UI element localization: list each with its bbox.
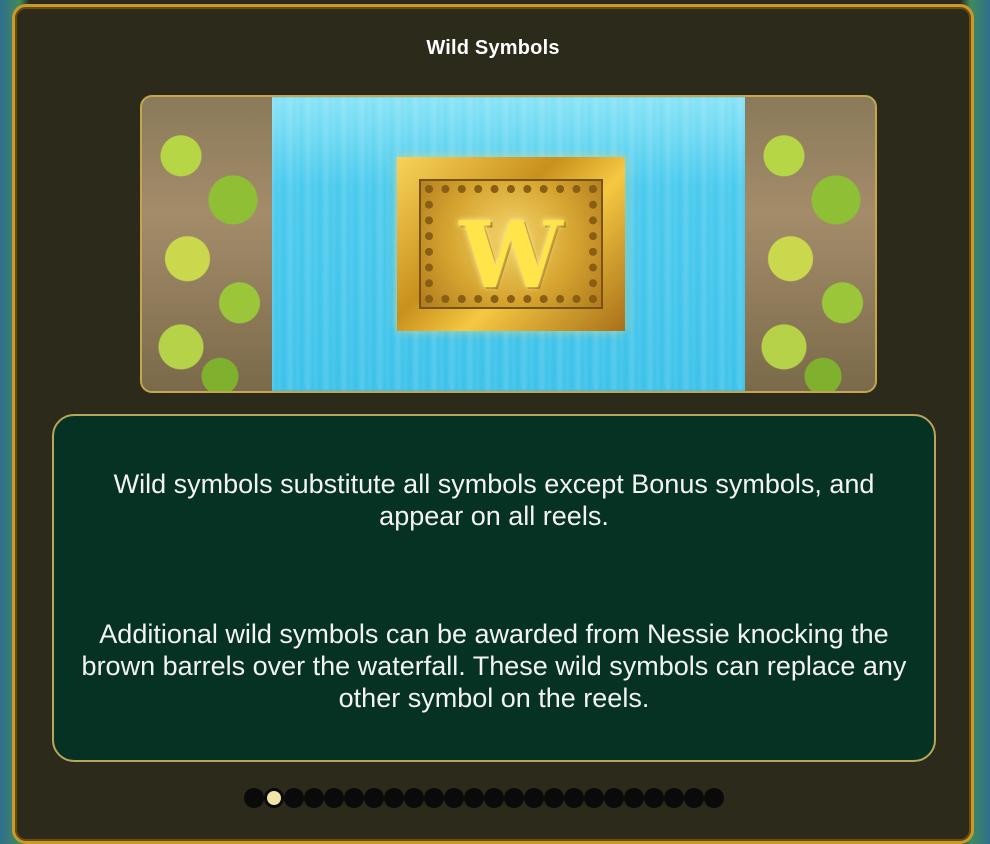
wild-symbol-face: W xyxy=(419,179,603,309)
waterfall-scene-image: W xyxy=(140,95,877,393)
page-dot[interactable] xyxy=(464,788,484,808)
page-indicator xyxy=(244,788,724,810)
description-paragraph-2: Additional wild symbols can be awarded f… xyxy=(81,619,907,713)
page-dot-active[interactable] xyxy=(264,788,284,808)
page-dot[interactable] xyxy=(384,788,404,808)
rocks-left xyxy=(142,97,272,391)
page-dot[interactable] xyxy=(544,788,564,808)
wild-symbol-icon: W xyxy=(397,157,625,331)
page-dot[interactable] xyxy=(584,788,604,808)
page-dot[interactable] xyxy=(644,788,664,808)
page-dot[interactable] xyxy=(484,788,504,808)
page-dot[interactable] xyxy=(344,788,364,808)
page-dot[interactable] xyxy=(424,788,444,808)
page-dot[interactable] xyxy=(284,788,304,808)
page-dot[interactable] xyxy=(304,788,324,808)
rocks-right xyxy=(745,97,875,391)
page-dot[interactable] xyxy=(364,788,384,808)
page-dot[interactable] xyxy=(504,788,524,808)
description-paragraph-1: Wild symbols substitute all symbols exce… xyxy=(113,469,875,531)
page-title: Wild Symbols xyxy=(426,37,560,59)
page-dot[interactable] xyxy=(524,788,544,808)
page-dot[interactable] xyxy=(624,788,644,808)
page-dot[interactable] xyxy=(664,788,684,808)
description-box: Wild symbols substitute all symbols exce… xyxy=(52,414,936,762)
page-dot[interactable] xyxy=(604,788,624,808)
page-dot[interactable] xyxy=(444,788,464,808)
page-dot[interactable] xyxy=(704,788,724,808)
page-dot[interactable] xyxy=(404,788,424,808)
page-dot[interactable] xyxy=(564,788,584,808)
page-dot[interactable] xyxy=(324,788,344,808)
wild-letter: W xyxy=(459,201,563,309)
page-dot[interactable] xyxy=(244,788,264,808)
page-dot[interactable] xyxy=(684,788,704,808)
